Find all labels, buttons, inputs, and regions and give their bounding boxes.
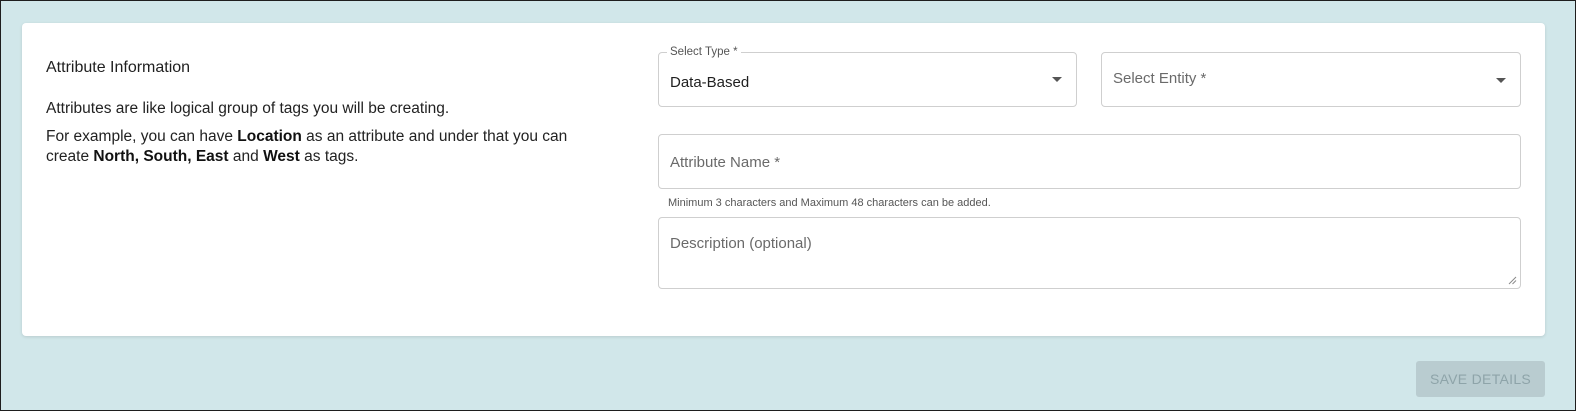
attribute-name-placeholder: Attribute Name * — [670, 154, 781, 171]
section-title: Attribute Information — [46, 59, 191, 76]
select-type-value: Data-Based — [670, 74, 750, 91]
select-entity-placeholder: Select Entity * — [1113, 70, 1207, 87]
caret-down-icon — [1052, 77, 1062, 82]
section-description-2: For example, you can have Location as an… — [46, 127, 606, 167]
save-details-button[interactable]: SAVE DETAILS — [1416, 361, 1545, 397]
desc-text: and — [228, 148, 264, 165]
select-entity-dropdown[interactable]: Select Entity * — [1101, 52, 1521, 107]
desc-bold-directions: North, South, East — [93, 148, 229, 165]
desc-bold-location: Location — [237, 128, 302, 145]
description-textarea[interactable]: Description (optional) — [658, 217, 1521, 289]
desc-text: as tags. — [299, 148, 359, 165]
select-type-label: Select Type * — [667, 45, 741, 59]
attribute-name-helper-text: Minimum 3 characters and Maximum 48 char… — [668, 197, 991, 209]
caret-down-icon — [1496, 78, 1506, 83]
resize-handle-icon[interactable] — [1507, 275, 1517, 285]
desc-bold-west: West — [263, 148, 300, 165]
attribute-name-input[interactable]: Attribute Name * — [658, 134, 1521, 189]
section-description-1: Attributes are like logical group of tag… — [46, 100, 450, 117]
description-placeholder: Description (optional) — [670, 235, 812, 252]
desc-text: For example, you can have — [46, 128, 238, 145]
attribute-info-card: Attribute Information Attributes are lik… — [22, 23, 1545, 336]
select-type-dropdown[interactable]: Select Type * Data-Based — [658, 45, 1077, 107]
info-section: Attribute Information Attributes are lik… — [46, 59, 606, 167]
